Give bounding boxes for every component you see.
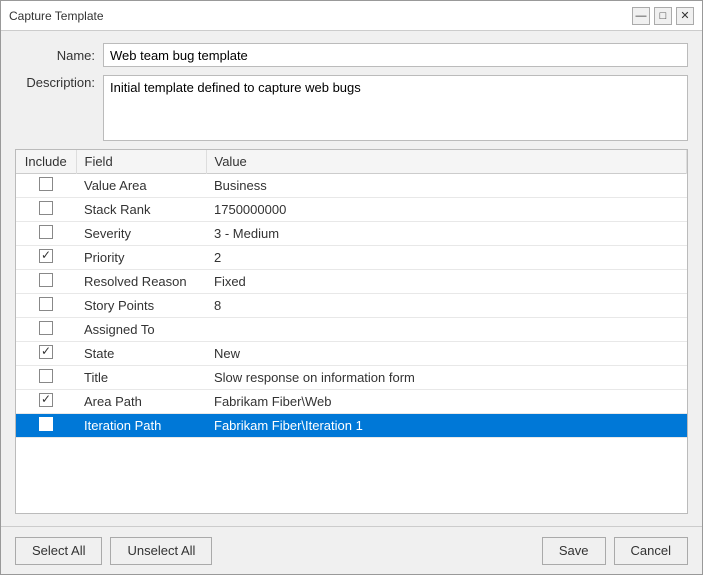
window-controls: — □ ✕ — [632, 7, 694, 25]
row-value: 8 — [206, 294, 687, 318]
name-row: Name: — [15, 43, 688, 67]
title-bar: Capture Template — □ ✕ — [1, 1, 702, 31]
name-label: Name: — [15, 48, 95, 63]
table-row[interactable]: Area PathFabrikam Fiber\Web — [16, 390, 687, 414]
row-value: Fabrikam Fiber\Web — [206, 390, 687, 414]
row-value: Fabrikam Fiber\Iteration 1 — [206, 414, 687, 438]
row-field: Stack Rank — [76, 198, 206, 222]
table-row[interactable]: StateNew — [16, 342, 687, 366]
row-checkbox[interactable] — [39, 321, 53, 335]
select-all-button[interactable]: Select All — [15, 537, 102, 565]
table-header-row: Include Field Value — [16, 150, 687, 174]
window-title: Capture Template — [9, 9, 104, 23]
row-value: 3 - Medium — [206, 222, 687, 246]
cancel-button[interactable]: Cancel — [614, 537, 688, 565]
header-field: Field — [76, 150, 206, 174]
fields-table: Include Field Value Value AreaBusinessSt… — [16, 150, 687, 438]
footer-left-buttons: Select All Unselect All — [15, 537, 212, 565]
row-value: 2 — [206, 246, 687, 270]
row-checkbox[interactable] — [39, 249, 53, 263]
header-value: Value — [206, 150, 687, 174]
row-checkbox[interactable] — [39, 225, 53, 239]
row-field: Value Area — [76, 174, 206, 198]
row-checkbox[interactable] — [39, 417, 53, 431]
row-checkbox[interactable] — [39, 369, 53, 383]
table-row[interactable]: Stack Rank1750000000 — [16, 198, 687, 222]
main-content: Name: Description: Include Field Value V… — [1, 31, 702, 526]
maximize-button[interactable]: □ — [654, 7, 672, 25]
row-checkbox[interactable] — [39, 345, 53, 359]
description-row: Description: — [15, 75, 688, 141]
table-row[interactable]: Resolved ReasonFixed — [16, 270, 687, 294]
row-field: Priority — [76, 246, 206, 270]
row-checkbox[interactable] — [39, 273, 53, 287]
table-row[interactable]: Severity3 - Medium — [16, 222, 687, 246]
row-value — [206, 318, 687, 342]
description-label: Description: — [15, 75, 95, 90]
table-row[interactable]: TitleSlow response on information form — [16, 366, 687, 390]
row-value: Slow response on information form — [206, 366, 687, 390]
header-include: Include — [16, 150, 76, 174]
save-button[interactable]: Save — [542, 537, 606, 565]
footer-right-buttons: Save Cancel — [542, 537, 688, 565]
row-field: Iteration Path — [76, 414, 206, 438]
row-value: 1750000000 — [206, 198, 687, 222]
row-value: New — [206, 342, 687, 366]
table-row[interactable]: Value AreaBusiness — [16, 174, 687, 198]
row-field: State — [76, 342, 206, 366]
fields-table-container: Include Field Value Value AreaBusinessSt… — [15, 149, 688, 514]
name-input[interactable] — [103, 43, 688, 67]
row-checkbox[interactable] — [39, 393, 53, 407]
row-checkbox[interactable] — [39, 201, 53, 215]
row-field: Title — [76, 366, 206, 390]
row-field: Story Points — [76, 294, 206, 318]
row-checkbox[interactable] — [39, 177, 53, 191]
table-row[interactable]: Story Points8 — [16, 294, 687, 318]
description-textarea[interactable] — [103, 75, 688, 141]
footer: Select All Unselect All Save Cancel — [1, 526, 702, 574]
row-field: Area Path — [76, 390, 206, 414]
table-row[interactable]: Iteration PathFabrikam Fiber\Iteration 1 — [16, 414, 687, 438]
table-row[interactable]: Assigned To — [16, 318, 687, 342]
table-row[interactable]: Priority2 — [16, 246, 687, 270]
row-field: Resolved Reason — [76, 270, 206, 294]
row-value: Fixed — [206, 270, 687, 294]
row-checkbox[interactable] — [39, 297, 53, 311]
row-field: Assigned To — [76, 318, 206, 342]
capture-template-window: Capture Template — □ ✕ Name: Description… — [0, 0, 703, 575]
row-field: Severity — [76, 222, 206, 246]
row-value: Business — [206, 174, 687, 198]
close-button[interactable]: ✕ — [676, 7, 694, 25]
minimize-button[interactable]: — — [632, 7, 650, 25]
unselect-all-button[interactable]: Unselect All — [110, 537, 212, 565]
